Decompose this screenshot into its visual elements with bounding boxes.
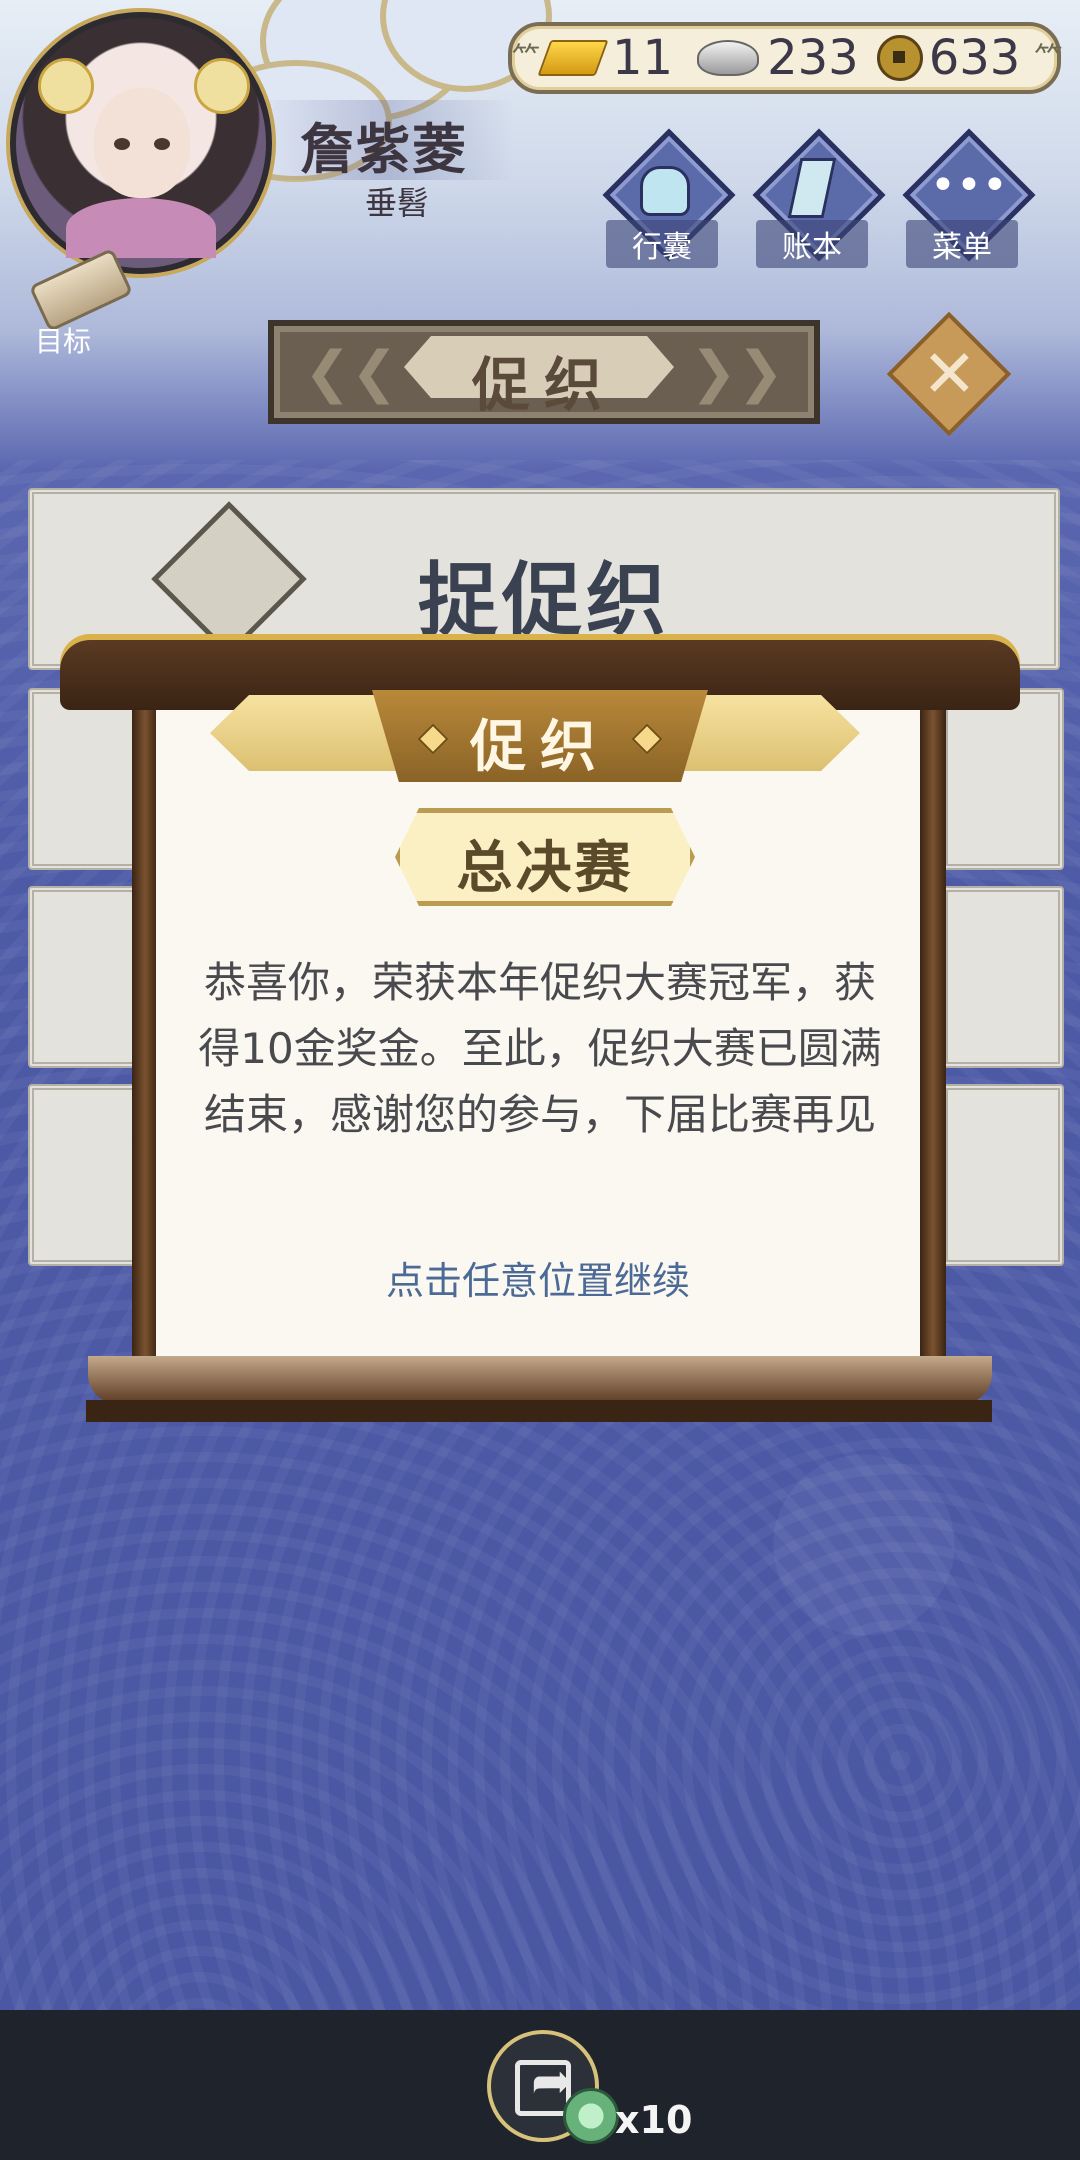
silver-ingot-icon <box>697 40 760 76</box>
player-name: 詹紫菱 <box>300 118 468 181</box>
page-title-banner: ❮❮ ❯❯ 促织 <box>268 320 820 424</box>
page-title: 促织 <box>471 351 616 419</box>
bag-button[interactable]: 行囊 <box>602 128 736 268</box>
target-button[interactable]: 目标 <box>15 247 134 358</box>
bamboo-icon: ⺮ <box>1034 41 1063 74</box>
player-title: 垂髫 <box>365 184 430 222</box>
modal-scroll-bottom <box>88 1356 992 1404</box>
activity-title: 捉促织 <box>418 554 670 647</box>
bamboo-icon: ⺮ <box>512 41 541 74</box>
menu-label: 菜单 <box>906 220 1018 268</box>
bag-icon <box>640 166 690 216</box>
player-avatar[interactable] <box>10 12 272 274</box>
result-message: 恭喜你，荣获本年促织大赛冠军，获得10金奖金。至此，促织大赛已圆满结束，感谢您的… <box>198 958 882 1139</box>
final-badge-label: 总决赛 <box>456 836 634 901</box>
list-item <box>942 1084 1064 1266</box>
ledger-label: 账本 <box>756 220 868 268</box>
coin-counter: 633 <box>876 30 1021 86</box>
silver-counter: 233 <box>697 30 859 86</box>
copper-coin-icon <box>876 35 923 81</box>
list-item <box>942 886 1064 1068</box>
modal-title: 促织 <box>470 715 610 780</box>
coin-amount: 633 <box>928 30 1021 86</box>
modal-base <box>86 1400 992 1422</box>
more-dots-icon: ••• <box>930 160 1008 211</box>
modal-header: 促织 <box>372 690 708 782</box>
menu-button[interactable]: ••• 菜单 <box>902 128 1036 268</box>
share-reward-multiplier: x10 <box>615 2098 693 2142</box>
target-label: 目标 <box>35 325 92 358</box>
bag-label: 行囊 <box>606 220 718 268</box>
close-icon: ✕ <box>921 335 978 413</box>
jade-coin-icon <box>563 2088 619 2144</box>
silver-amount: 233 <box>767 30 859 86</box>
continue-hint[interactable]: 点击任意位置继续 <box>156 1250 920 1305</box>
currency-bar: ⺮ 11 233 633 ⺮ <box>508 22 1063 94</box>
list-item <box>942 688 1064 870</box>
ledger-button[interactable]: 账本 <box>752 128 886 268</box>
gold-counter: 11 <box>537 30 674 86</box>
modal-frame-right <box>920 700 946 1360</box>
final-badge: 总决赛 <box>395 808 695 906</box>
modal-frame-left <box>132 700 158 1360</box>
gold-bar-icon <box>537 40 609 76</box>
gold-amount: 11 <box>612 30 674 86</box>
close-button[interactable]: ✕ <box>886 311 1012 437</box>
